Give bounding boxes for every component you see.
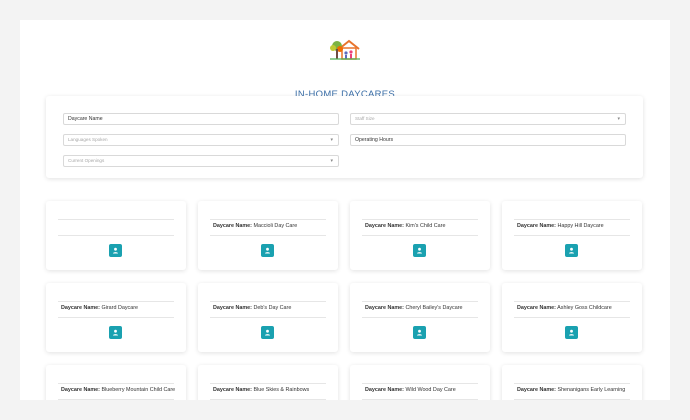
daycare-card: Daycare Name: Kim's Child Care — [350, 201, 490, 270]
daycare-name: Daycare Name: Maccioli Day Care — [213, 223, 332, 230]
divider — [58, 235, 174, 236]
view-profile-button[interactable] — [261, 244, 274, 257]
divider — [210, 235, 326, 236]
daycare-name: Daycare Name: Ashley Goss Childcare — [517, 305, 636, 312]
user-icon — [569, 329, 574, 336]
view-profile-button[interactable] — [565, 244, 578, 257]
daycare-name-value: Blueberry Mountain Child Care — [101, 387, 176, 393]
daycare-name: Daycare Name: Blueberry Mountain Child C… — [61, 387, 180, 394]
daycare-card: Daycare Name: Blue Skies & Rainbows — [198, 365, 338, 400]
daycare-name-value: Kim's Child Care — [405, 223, 446, 229]
view-profile-button[interactable] — [261, 326, 274, 339]
daycare-name: Daycare Name: Cheryl Bailey's Daycare — [365, 305, 484, 312]
daycare-card: Daycare Name: Happy Hill Daycare — [502, 201, 642, 270]
openings-select[interactable]: Current Openings ▾ — [63, 155, 339, 167]
daycare-name: Daycare Name: Deb's Day Care — [213, 305, 332, 312]
daycare-name-value: Happy Hill Daycare — [557, 223, 604, 229]
daycare-name-label: Daycare Name: — [365, 305, 404, 311]
chevron-down-icon: ▾ — [617, 116, 620, 122]
divider — [210, 317, 326, 318]
daycare-card: Daycare Name: Maccioli Day Care — [198, 201, 338, 270]
daycare-name-label: Daycare Name: — [517, 223, 556, 229]
daycare-name: Daycare Name: Girard Daycare — [61, 305, 180, 312]
divider — [362, 383, 478, 384]
daycare-name-label: Daycare Name: — [517, 305, 556, 311]
openings-placeholder: Current Openings — [68, 158, 105, 163]
divider — [514, 301, 630, 302]
daycare-card: Daycare Name: Ashley Goss Childcare — [502, 283, 642, 352]
divider — [514, 219, 630, 220]
daycare-name-label: Daycare Name: — [61, 387, 100, 393]
staff-size-select[interactable]: Staff Size ▾ — [350, 113, 626, 125]
user-icon — [113, 329, 118, 336]
divider — [362, 301, 478, 302]
daycare-name: Daycare Name: Wild Wood Day Care — [365, 387, 484, 394]
page-container: IN-HOME DAYCARES Daycare Name Staff Size… — [20, 20, 670, 400]
daycare-name: Daycare Name: Kim's Child Care — [365, 223, 484, 230]
user-icon — [265, 247, 270, 254]
user-icon — [417, 247, 422, 254]
daycare-name-label: Daycare Name: — [61, 305, 100, 311]
daycare-name-label: Daycare Name: — [213, 387, 252, 393]
divider — [362, 317, 478, 318]
divider — [210, 383, 326, 384]
daycare-name-value: Girard Daycare — [101, 305, 139, 311]
daycare-card: Daycare Name: Girard Daycare — [46, 283, 186, 352]
daycare-name-value: Shenanigans Early Learning — [557, 387, 626, 393]
view-profile-button[interactable] — [109, 244, 122, 257]
user-icon — [569, 247, 574, 254]
chevron-down-icon: ▾ — [330, 158, 333, 164]
languages-placeholder: Languages Spoken — [68, 137, 108, 142]
divider — [58, 399, 174, 400]
user-icon — [417, 329, 422, 336]
daycare-name: Daycare Name: Blue Skies & Rainbows — [213, 387, 332, 394]
divider — [210, 219, 326, 220]
daycare-name-label: Daycare Name: — [517, 387, 556, 393]
divider — [210, 399, 326, 400]
daycare-name-value: Wild Wood Day Care — [405, 387, 456, 393]
languages-select[interactable]: Languages Spoken ▾ — [63, 134, 339, 146]
daycare-card: Daycare Name: Deb's Day Care — [198, 283, 338, 352]
daycare-name-value: Ashley Goss Childcare — [557, 305, 612, 311]
divider — [514, 383, 630, 384]
daycare-name-value: Cheryl Bailey's Daycare — [405, 305, 463, 311]
view-profile-button[interactable] — [413, 244, 426, 257]
divider — [58, 317, 174, 318]
view-profile-button[interactable] — [413, 326, 426, 339]
daycare-name-label: Daycare Name: — [213, 305, 252, 311]
daycare-card: Daycare Name: Cheryl Bailey's Daycare — [350, 283, 490, 352]
staff-size-placeholder: Staff Size — [355, 116, 375, 121]
divider — [514, 317, 630, 318]
daycare-card — [46, 201, 186, 270]
chevron-down-icon: ▾ — [330, 137, 333, 143]
divider — [362, 235, 478, 236]
daycare-name: Daycare Name: Happy Hill Daycare — [517, 223, 636, 230]
daycare-card: Daycare Name: Wild Wood Day Care — [350, 365, 490, 400]
divider — [514, 235, 630, 236]
daycare-name-label: Daycare Name: — [213, 223, 252, 229]
daycare-name-label: Daycare Name: — [365, 387, 404, 393]
daycare-logo — [327, 37, 363, 65]
divider — [514, 399, 630, 400]
divider — [362, 399, 478, 400]
view-profile-button[interactable] — [565, 326, 578, 339]
daycare-card: Daycare Name: Shenanigans Early Learning — [502, 365, 642, 400]
divider — [58, 301, 174, 302]
divider — [210, 301, 326, 302]
daycare-card: Daycare Name: Blueberry Mountain Child C… — [46, 365, 186, 400]
view-profile-button[interactable] — [109, 326, 122, 339]
divider — [58, 219, 174, 220]
daycare-name-value: Blue Skies & Rainbows — [253, 387, 310, 393]
daycare-name-input[interactable]: Daycare Name — [63, 113, 339, 125]
operating-hours-input[interactable]: Operating Hours — [350, 134, 626, 146]
divider — [362, 219, 478, 220]
user-icon — [113, 247, 118, 254]
divider — [58, 383, 174, 384]
daycare-name-value: Maccioli Day Care — [253, 223, 298, 229]
daycare-name: Daycare Name: Shenanigans Early Learning — [517, 387, 636, 394]
daycare-name-label: Daycare Name: — [365, 223, 404, 229]
user-icon — [265, 329, 270, 336]
daycare-name-value: Deb's Day Care — [253, 305, 292, 311]
filter-panel: Daycare Name Staff Size ▾ Languages Spok… — [46, 96, 643, 178]
